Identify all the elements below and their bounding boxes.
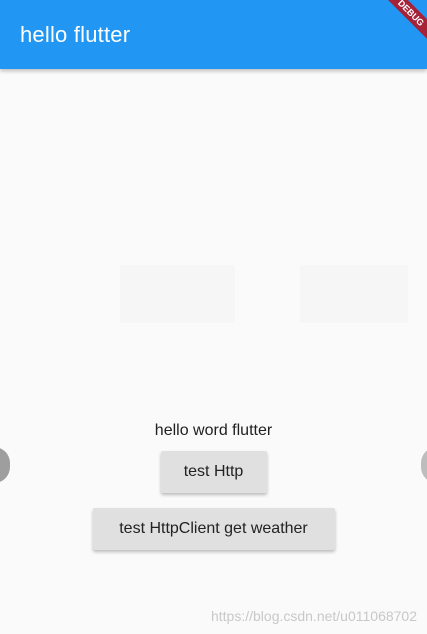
test-httpclient-weather-button[interactable]: test HttpClient get weather bbox=[92, 508, 335, 550]
main-content: hello word flutter test Http test HttpCl… bbox=[0, 415, 427, 550]
background-shape-right bbox=[300, 265, 408, 323]
test-http-button[interactable]: test Http bbox=[160, 451, 267, 493]
hello-text: hello word flutter bbox=[154, 422, 273, 439]
app-screen: hello flutter DEBUG hello word flutter t… bbox=[0, 0, 427, 634]
watermark-text: https://blog.csdn.net/u011068702 bbox=[210, 608, 417, 624]
background-shape-left bbox=[120, 265, 235, 323]
app-bar: hello flutter bbox=[0, 0, 427, 69]
app-title: hello flutter bbox=[20, 22, 131, 47]
